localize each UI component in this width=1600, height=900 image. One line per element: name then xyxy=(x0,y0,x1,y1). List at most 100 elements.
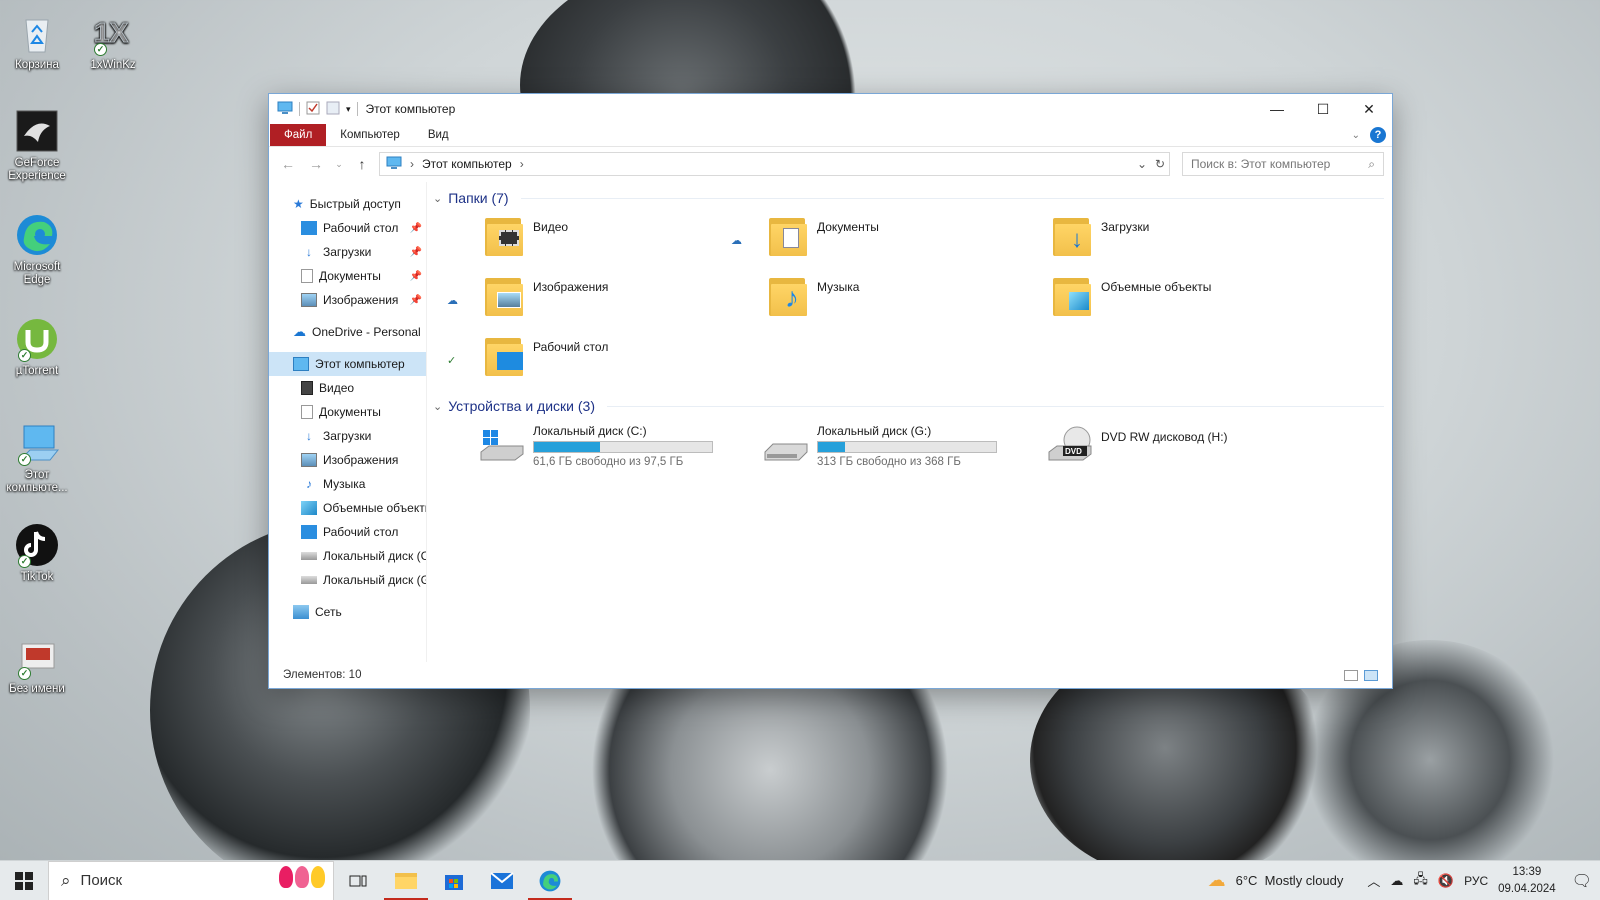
nav-this-pc[interactable]: Этот компьютер xyxy=(269,352,426,376)
dvd-drive-icon: DVD xyxy=(1047,424,1093,464)
nav-onedrive[interactable]: ☁ OneDrive - Personal xyxy=(269,320,426,344)
folder-desktop[interactable]: ✓ Рабочий стол xyxy=(433,334,713,390)
network-tray-icon[interactable]: 🖧 xyxy=(1413,870,1428,892)
synced-check-icon: ✓ xyxy=(447,355,457,367)
volume-muted-icon[interactable]: 🔇 xyxy=(1438,873,1454,889)
large-icons-view-button[interactable] xyxy=(1364,669,1378,681)
nav-pc-desktop[interactable]: Рабочий стол xyxy=(269,520,426,544)
drive-icon xyxy=(301,576,317,584)
nav-quick-desktop[interactable]: Рабочий стол 📌 xyxy=(269,216,426,240)
folder-videos[interactable]: Видео xyxy=(433,214,713,270)
notification-center-icon[interactable]: 🗨 xyxy=(1572,871,1592,891)
task-view-button[interactable] xyxy=(334,861,382,900)
recent-locations-icon[interactable]: ⌄ xyxy=(333,153,345,175)
nav-quick-access[interactable]: ★ Быстрый доступ xyxy=(269,192,426,216)
address-bar[interactable]: › Этот компьютер › ⌄ ↻ xyxy=(379,152,1170,176)
taskbar-search-input[interactable] xyxy=(80,872,231,889)
desktop-icon-this-pc[interactable]: ✓ Этот компьюте... xyxy=(0,420,74,495)
search-box[interactable]: ⌕ xyxy=(1182,152,1384,176)
drive-h-dvd[interactable]: DVD DVD RW дисковод (H:) xyxy=(1001,424,1281,474)
folder-documents[interactable]: ☁ Документы xyxy=(717,214,997,270)
desktop-icon-geforce-experience[interactable]: GeForce Experience xyxy=(0,108,74,183)
nav-quick-documents[interactable]: Документы 📌 xyxy=(269,264,426,288)
folder-downloads[interactable]: ↓ Загрузки xyxy=(1001,214,1281,270)
tab-file[interactable]: Файл xyxy=(270,124,327,146)
system-tray: ☁ 6°C Mostly cloudy ︿ ☁ 🖧 🔇 РУС 13:39 09… xyxy=(1208,861,1600,900)
drive-g[interactable]: Локальный диск (G:) 313 ГБ свободно из 3… xyxy=(717,424,997,474)
expand-ribbon-icon[interactable]: ⌄ xyxy=(1352,130,1360,141)
search-input[interactable] xyxy=(1191,157,1369,171)
windows-drive-icon xyxy=(479,424,525,464)
desktop-folder-icon xyxy=(485,334,527,378)
show-hidden-icons-chevron-icon[interactable]: ︿ xyxy=(1367,871,1380,890)
collapse-chevron-icon[interactable]: ⌄ xyxy=(433,400,442,413)
taskbar-file-explorer[interactable] xyxy=(382,861,430,900)
onedrive-cloud-icon: ☁ xyxy=(293,324,306,339)
nav-network[interactable]: Сеть xyxy=(269,600,426,624)
language-indicator[interactable]: РУС xyxy=(1464,874,1488,888)
back-button[interactable]: ← xyxy=(277,153,299,175)
taskbar-mail[interactable] xyxy=(478,861,526,900)
taskbar-search[interactable]: ⌕ xyxy=(48,860,334,900)
breadcrumb-this-pc[interactable]: Этот компьютер xyxy=(422,157,512,171)
devices-group-header[interactable]: ⌄ Устройства и диски (3) xyxy=(433,396,1392,416)
desktop-icon-microsoft-edge[interactable]: Microsoft Edge xyxy=(0,212,74,287)
store-icon xyxy=(445,874,463,890)
nav-quick-downloads[interactable]: ↓ Загрузки 📌 xyxy=(269,240,426,264)
qat-dropdown-icon[interactable]: ▾ xyxy=(346,104,351,115)
maximize-button[interactable]: ☐ xyxy=(1300,94,1346,124)
breadcrumb-chevron-icon[interactable]: › xyxy=(520,157,524,171)
address-dropdown-icon[interactable]: ⌄ xyxy=(1133,157,1151,171)
tab-computer[interactable]: Компьютер xyxy=(326,124,414,146)
tiktok-icon: ✓ xyxy=(14,522,60,568)
help-icon[interactable]: ? xyxy=(1370,127,1386,143)
new-folder-icon[interactable] xyxy=(326,101,340,118)
taskbar-store[interactable] xyxy=(430,861,478,900)
document-icon xyxy=(301,405,313,419)
nav-pc-3d-objects[interactable]: Объемные объекты xyxy=(269,496,426,520)
desktop-icon-1xwinkz[interactable]: 1X ✓ 1xWinKz xyxy=(76,10,150,72)
nav-pc-pictures[interactable]: Изображения xyxy=(269,448,426,472)
forward-button[interactable]: → xyxy=(305,153,327,175)
desktop-icon-utorrent[interactable]: ✓ µTorrent xyxy=(0,316,74,378)
folder-pictures[interactable]: ☁ Изображения xyxy=(433,274,713,330)
pin-icon: 📌 xyxy=(409,246,422,258)
desktop-folder-icon xyxy=(301,221,317,235)
close-button[interactable]: ✕ xyxy=(1346,94,1392,124)
nav-pc-music[interactable]: ♪ Музыка xyxy=(269,472,426,496)
desktop-icon-recycle-bin[interactable]: Корзина xyxy=(0,10,74,72)
download-arrow-icon: ↓ xyxy=(306,429,312,443)
weather-cloud-icon[interactable]: ☁ xyxy=(1208,870,1226,891)
nav-pc-drive-c[interactable]: Локальный диск (C:) xyxy=(269,544,426,568)
mail-icon xyxy=(490,871,514,889)
drive-c[interactable]: Локальный диск (C:) 61,6 ГБ свободно из … xyxy=(433,424,713,474)
desktop-icon-tiktok[interactable]: ✓ TikTok xyxy=(0,522,74,584)
properties-icon[interactable] xyxy=(306,101,320,118)
collapse-chevron-icon[interactable]: ⌄ xyxy=(433,192,442,205)
taskbar-edge[interactable] xyxy=(526,861,574,900)
folder-3d-objects[interactable]: Объемные объекты xyxy=(1001,274,1281,330)
nav-pc-videos[interactable]: Видео xyxy=(269,376,426,400)
folder-music[interactable]: ♪ Музыка xyxy=(717,274,997,330)
desktop-icon-unnamed[interactable]: ✓ Без имени xyxy=(0,634,74,696)
nav-quick-pictures[interactable]: Изображения 📌 xyxy=(269,288,426,312)
computer-icon xyxy=(277,101,293,118)
tab-view[interactable]: Вид xyxy=(414,124,463,146)
onedrive-tray-icon[interactable]: ☁ xyxy=(1390,873,1403,889)
nav-pc-documents[interactable]: Документы xyxy=(269,400,426,424)
item-count: Элементов: 10 xyxy=(283,669,362,681)
search-icon[interactable]: ⌕ xyxy=(1368,157,1375,172)
up-button[interactable]: ↑ xyxy=(351,153,373,175)
drive-g-name: Локальный диск (G:) xyxy=(817,424,932,438)
nav-pc-downloads[interactable]: ↓ Загрузки xyxy=(269,424,426,448)
clock[interactable]: 13:39 09.04.2024 xyxy=(1498,864,1556,898)
minimize-button[interactable]: — xyxy=(1254,94,1300,124)
hard-drive-icon xyxy=(763,424,809,464)
folders-group-header[interactable]: ⌄ Папки (7) xyxy=(433,188,1392,208)
refresh-icon[interactable]: ↻ xyxy=(1151,157,1169,171)
details-view-button[interactable] xyxy=(1344,669,1358,681)
breadcrumb-chevron-icon[interactable]: › xyxy=(410,157,414,171)
start-button[interactable] xyxy=(0,861,48,900)
weather-text[interactable]: 6°C Mostly cloudy xyxy=(1236,873,1344,888)
nav-pc-drive-g[interactable]: Локальный диск (G:) xyxy=(269,568,426,592)
